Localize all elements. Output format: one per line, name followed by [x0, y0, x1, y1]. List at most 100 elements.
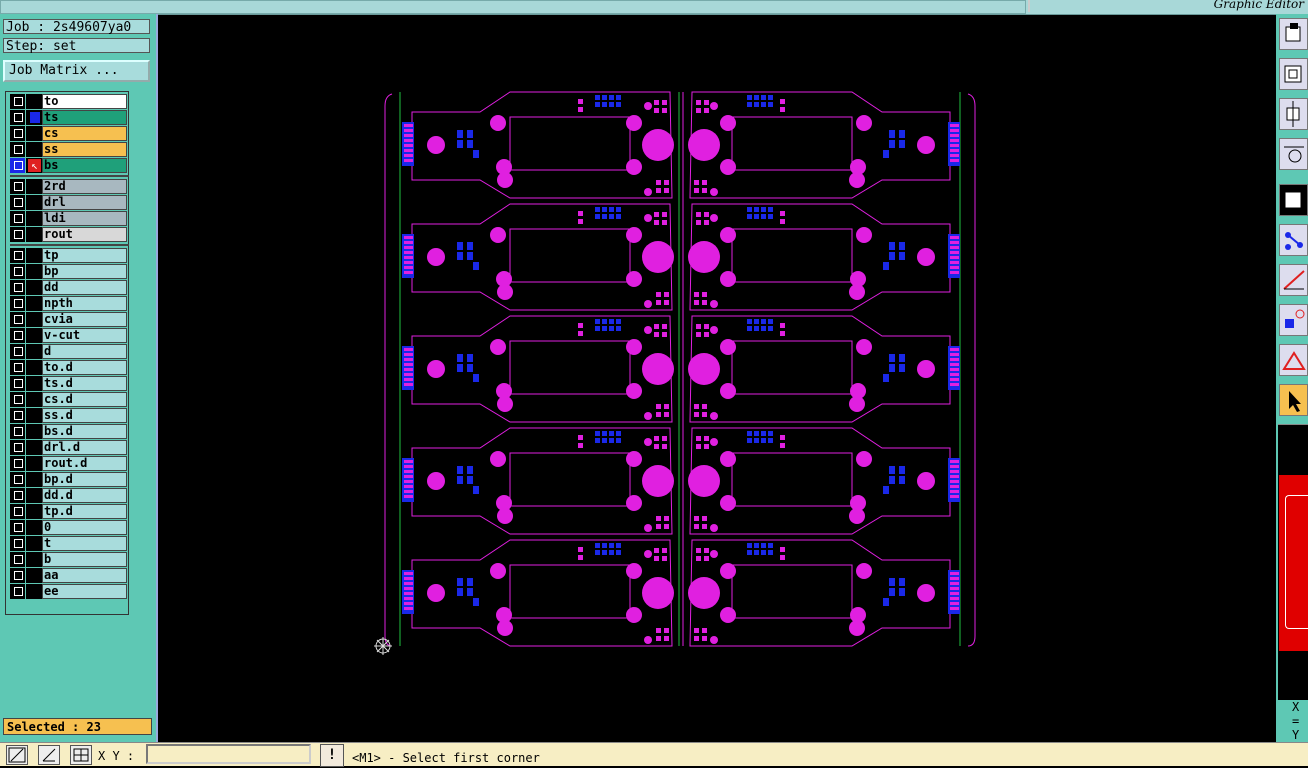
- layer-row[interactable]: dd.d: [10, 488, 129, 503]
- layer-row[interactable]: 2rd: [10, 179, 129, 194]
- layer-affected-marker[interactable]: [26, 264, 42, 279]
- layer-checkbox[interactable]: [10, 312, 25, 327]
- layer-checkbox[interactable]: [10, 344, 25, 359]
- layer-row[interactable]: to: [10, 94, 129, 109]
- layer-checkbox[interactable]: [10, 376, 25, 391]
- layer-affected-marker[interactable]: [26, 552, 42, 567]
- layer-row[interactable]: to.d: [10, 360, 129, 375]
- layer-affected-marker[interactable]: [26, 227, 42, 242]
- layer-affected-marker[interactable]: [26, 94, 42, 109]
- layer-row[interactable]: tp: [10, 248, 129, 263]
- layer-affected-marker[interactable]: ↖: [26, 158, 42, 173]
- layer-checkbox[interactable]: [10, 110, 25, 125]
- layer-name[interactable]: ss.d: [42, 408, 127, 423]
- layer-affected-marker[interactable]: [26, 296, 42, 311]
- layer-checkbox[interactable]: [10, 179, 25, 194]
- layer-name[interactable]: bp.d: [42, 472, 127, 487]
- layer-affected-marker[interactable]: [26, 344, 42, 359]
- layer-row[interactable]: bp.d: [10, 472, 129, 487]
- layer-row[interactable]: drl: [10, 195, 129, 210]
- pad-icon[interactable]: [1279, 304, 1308, 336]
- layer-name[interactable]: drl.d: [42, 440, 127, 455]
- zoom-box-icon[interactable]: [6, 745, 28, 765]
- layer-name[interactable]: d: [42, 344, 127, 359]
- layer-row[interactable]: ss: [10, 142, 129, 157]
- layer-name[interactable]: 0: [42, 520, 127, 535]
- layer-name[interactable]: b: [42, 552, 127, 567]
- exclaim-button[interactable]: !: [320, 744, 344, 767]
- layer-name[interactable]: tp.d: [42, 504, 127, 519]
- layer-row[interactable]: t: [10, 536, 129, 551]
- layer-checkbox[interactable]: [10, 456, 25, 471]
- layer-row[interactable]: 0: [10, 520, 129, 535]
- layer-name[interactable]: cs.d: [42, 392, 127, 407]
- select-icon[interactable]: [1279, 184, 1308, 216]
- layer-name[interactable]: cvia: [42, 312, 127, 327]
- layer-name[interactable]: 2rd: [42, 179, 127, 194]
- layer-affected-marker[interactable]: [26, 142, 42, 157]
- layer-checkbox[interactable]: [10, 227, 25, 242]
- layer-name[interactable]: dd.d: [42, 488, 127, 503]
- layer-checkbox[interactable]: [10, 488, 25, 503]
- layer-affected-marker[interactable]: [26, 488, 42, 503]
- layer-checkbox[interactable]: [10, 126, 25, 141]
- job-matrix-button[interactable]: Job Matrix ...: [3, 60, 150, 82]
- triangle-icon[interactable]: [1279, 344, 1308, 376]
- layer-name[interactable]: to.d: [42, 360, 127, 375]
- layer-name[interactable]: rout: [42, 227, 127, 242]
- layer-row[interactable]: ee: [10, 584, 129, 599]
- layer-affected-marker[interactable]: [26, 520, 42, 535]
- layer-checkbox[interactable]: [10, 424, 25, 439]
- layer-affected-marker[interactable]: [26, 440, 42, 455]
- layer-checkbox[interactable]: [10, 392, 25, 407]
- layer-name[interactable]: ts: [42, 110, 127, 125]
- layer-affected-marker[interactable]: [26, 312, 42, 327]
- layers-icon[interactable]: [1279, 18, 1308, 50]
- layer-name[interactable]: rout.d: [42, 456, 127, 471]
- layer-checkbox[interactable]: [10, 142, 25, 157]
- layer-name[interactable]: to: [42, 94, 127, 109]
- layer-checkbox[interactable]: [10, 472, 25, 487]
- grid-icon[interactable]: [70, 745, 92, 765]
- draw-line-icon[interactable]: [1279, 264, 1308, 296]
- graphic-canvas[interactable]: [157, 14, 1276, 742]
- layer-row[interactable]: dd: [10, 280, 129, 295]
- layer-row[interactable]: ts.d: [10, 376, 129, 391]
- layer-affected-marker[interactable]: [26, 195, 42, 210]
- layer-affected-marker[interactable]: [26, 280, 42, 295]
- layer-name[interactable]: cs: [42, 126, 127, 141]
- layer-row[interactable]: ldi: [10, 211, 129, 226]
- layer-name[interactable]: ldi: [42, 211, 127, 226]
- layer-row[interactable]: rout: [10, 227, 129, 242]
- layer-affected-marker[interactable]: [26, 126, 42, 141]
- layer-name[interactable]: t: [42, 536, 127, 551]
- layer-checkbox[interactable]: [10, 94, 25, 109]
- layer-row[interactable]: cvia: [10, 312, 129, 327]
- zoom-fit-icon[interactable]: [1279, 58, 1308, 90]
- layer-checkbox[interactable]: [10, 408, 25, 423]
- layer-name[interactable]: ss: [42, 142, 127, 157]
- layer-checkbox[interactable]: [10, 360, 25, 375]
- layer-affected-marker[interactable]: [26, 408, 42, 423]
- layer-checkbox[interactable]: [10, 296, 25, 311]
- layer-checkbox[interactable]: [10, 280, 25, 295]
- snap-icon[interactable]: [38, 745, 60, 765]
- layer-name[interactable]: bs.d: [42, 424, 127, 439]
- layer-checkbox[interactable]: [10, 195, 25, 210]
- overview-thumbnail[interactable]: [1278, 424, 1308, 713]
- xy-input[interactable]: [146, 744, 311, 764]
- layer-name[interactable]: aa: [42, 568, 127, 583]
- layer-checkbox[interactable]: [10, 584, 25, 599]
- layer-row[interactable]: rout.d: [10, 456, 129, 471]
- layer-name[interactable]: bs: [42, 158, 127, 173]
- layer-name[interactable]: v-cut: [42, 328, 127, 343]
- layer-name[interactable]: drl: [42, 195, 127, 210]
- layer-row[interactable]: bp: [10, 264, 129, 279]
- layer-row[interactable]: d: [10, 344, 129, 359]
- layer-row[interactable]: cs: [10, 126, 129, 141]
- layer-checkbox[interactable]: [10, 552, 25, 567]
- move-icon[interactable]: [1279, 98, 1308, 130]
- pointer-icon[interactable]: [1279, 384, 1308, 416]
- layer-name[interactable]: npth: [42, 296, 127, 311]
- layer-name[interactable]: ee: [42, 584, 127, 599]
